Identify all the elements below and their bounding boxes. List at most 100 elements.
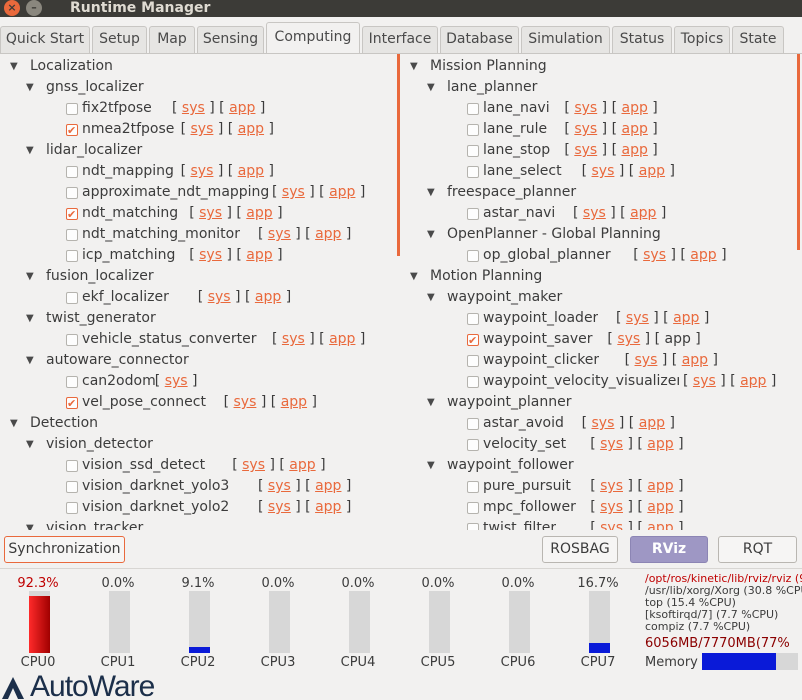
tab-status[interactable]: Status [612,26,672,53]
expand-arrow-icon[interactable]: ▼ [26,140,34,161]
node-checkbox[interactable] [66,481,78,493]
app-link[interactable]: app [621,121,647,137]
app-link[interactable]: app [647,499,673,515]
node-checkbox[interactable] [66,103,78,115]
tree-group-vision-tracker[interactable]: ▼ vision_tracker [0,518,400,530]
tree-group-motion-planning[interactable]: ▼ Motion Planning [403,266,802,287]
tree-group-vision-detector[interactable]: ▼ vision_detector [0,434,400,455]
expand-arrow-icon[interactable]: ▼ [427,287,435,308]
right-tree-panel[interactable]: ▼ Mission Planning ▼ lane_planner lane_navi [… [403,54,802,530]
tab-setup[interactable]: Setup [92,26,147,53]
tree-group-lidar-localizer[interactable]: ▼ lidar_localizer [0,140,400,161]
sys-link[interactable]: sys [268,478,291,494]
sys-link[interactable]: sys [208,289,231,305]
node-checkbox[interactable] [467,124,479,136]
sys-link[interactable]: sys [234,394,257,410]
node-checkbox[interactable] [467,439,479,451]
close-icon[interactable]: × [4,0,20,16]
node-checkbox[interactable] [66,204,78,225]
node-checkbox[interactable] [467,103,479,115]
sys-link[interactable]: sys [574,142,597,158]
tree-group-detection[interactable]: ▼ Detection [0,413,400,434]
node-checkbox[interactable] [66,229,78,241]
expand-arrow-icon[interactable]: ▼ [26,434,34,455]
sys-link[interactable]: sys [242,457,265,473]
expand-arrow-icon[interactable]: ▼ [26,350,34,371]
node-checkbox[interactable] [467,481,479,493]
tree-group-autoware-connector[interactable]: ▼ autoware_connector [0,350,400,371]
tab-map[interactable]: Map [149,26,195,53]
app-link[interactable]: app [740,373,766,389]
node-checkbox[interactable] [467,502,479,514]
tab-interface[interactable]: Interface [362,26,438,53]
app-link[interactable]: app [647,436,673,452]
right-pane-scrollbar[interactable] [797,54,800,250]
node-checkbox[interactable] [467,313,479,325]
sys-link[interactable]: sys [635,352,658,368]
tree-group-localization[interactable]: ▼ Localization [0,56,400,77]
node-checkbox[interactable] [467,208,479,220]
expand-arrow-icon[interactable]: ▼ [427,455,435,476]
sys-link[interactable]: sys [165,373,188,389]
app-link[interactable]: app [289,457,315,473]
app-link[interactable]: app [238,121,264,137]
tree-group-fusion-localizer[interactable]: ▼ fusion_localizer [0,266,400,287]
app-link[interactable]: app [647,520,673,530]
app-link[interactable]: app [246,247,272,263]
sys-link[interactable]: sys [600,478,623,494]
node-checkbox[interactable] [467,166,479,178]
minimize-icon[interactable]: – [26,0,42,16]
sys-link[interactable]: sys [600,436,623,452]
tab-database[interactable]: Database [440,26,519,53]
expand-arrow-icon[interactable]: ▼ [427,182,435,203]
app-link[interactable]: app [315,499,341,515]
rosbag-button[interactable]: ROSBAG [542,536,618,563]
expand-arrow-icon[interactable]: ▼ [26,266,34,287]
sys-link[interactable]: sys [282,184,305,200]
expand-arrow-icon[interactable]: ▼ [410,56,418,77]
node-checkbox[interactable] [66,166,78,178]
node-checkbox[interactable] [467,523,479,530]
sys-link[interactable]: sys [191,121,214,137]
app-link[interactable]: app [621,142,647,158]
expand-arrow-icon[interactable]: ▼ [427,224,435,245]
tab-quick-start[interactable]: Quick Start [0,26,90,53]
node-checkbox[interactable] [467,145,479,157]
left-tree-panel[interactable]: ▼ Localization ▼ gnss_localizer fix2tfpose [ … [0,54,400,530]
tree-group-openplanner-global-planning[interactable]: ▼ OpenPlanner - Global Planning [403,224,802,245]
node-checkbox[interactable] [66,187,78,199]
tree-group-lane-planner[interactable]: ▼ lane_planner [403,77,802,98]
tree-group-twist-generator[interactable]: ▼ twist_generator [0,308,400,329]
expand-arrow-icon[interactable]: ▼ [26,308,34,329]
node-checkbox[interactable] [66,460,78,472]
expand-arrow-icon[interactable]: ▼ [410,266,418,287]
node-checkbox[interactable] [467,250,479,262]
node-checkbox[interactable] [467,355,479,367]
sys-link[interactable]: sys [191,163,214,179]
node-checkbox[interactable] [66,376,78,388]
tree-group-mission-planning[interactable]: ▼ Mission Planning [403,56,802,77]
node-checkbox[interactable] [66,120,78,141]
app-link[interactable]: app [315,478,341,494]
sys-link[interactable]: sys [643,247,666,263]
app-link[interactable]: app [647,478,673,494]
tab-sensing[interactable]: Sensing [197,26,264,53]
app-link[interactable]: app [664,331,690,347]
app-link[interactable]: app [639,415,665,431]
left-pane-scrollbar[interactable] [397,54,400,256]
tree-group-waypoint-maker[interactable]: ▼ waypoint_maker [403,287,802,308]
sys-link[interactable]: sys [282,331,305,347]
expand-arrow-icon[interactable]: ▼ [427,392,435,413]
tree-group-waypoint-planner[interactable]: ▼ waypoint_planner [403,392,802,413]
node-checkbox[interactable] [467,418,479,430]
tab-computing[interactable]: Computing [266,22,360,53]
tree-group-gnss-localizer[interactable]: ▼ gnss_localizer [0,77,400,98]
node-checkbox[interactable] [66,292,78,304]
sys-link[interactable]: sys [268,226,291,242]
tab-state[interactable]: State [732,26,784,53]
sys-link[interactable]: sys [182,100,205,116]
app-link[interactable]: app [639,163,665,179]
expand-arrow-icon[interactable]: ▼ [26,518,34,530]
expand-arrow-icon[interactable]: ▼ [10,56,18,77]
rqt-button[interactable]: RQT [718,536,797,563]
